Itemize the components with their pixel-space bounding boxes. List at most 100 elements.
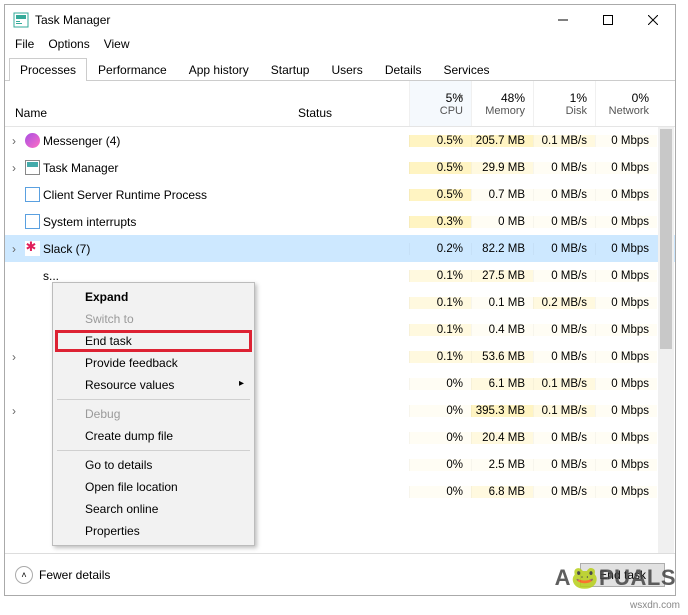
process-icon [23, 187, 41, 202]
disk-cell: 0 MB/s [533, 459, 595, 471]
watermark-site: wsxdn.com [630, 600, 680, 611]
expand-icon[interactable]: › [5, 161, 23, 175]
network-cell: 0 Mbps [595, 243, 657, 255]
window-title: Task Manager [35, 13, 540, 27]
memory-cell: 0 MB [471, 216, 533, 228]
menu-item-resource-values[interactable]: Resource values▸ [55, 374, 252, 396]
header-memory[interactable]: 48% Memory [471, 81, 533, 126]
disk-cell: 0.1 MB/s [533, 405, 595, 417]
menu-item-expand[interactable]: Expand [55, 286, 252, 308]
tab-strip: Processes Performance App history Startu… [5, 57, 675, 81]
menu-options[interactable]: Options [48, 37, 89, 51]
cpu-cell: 0.3% [409, 216, 471, 228]
memory-cell: 395.3 MB [471, 405, 533, 417]
network-cell: 0 Mbps [595, 216, 657, 228]
menu-item-open-file-location[interactable]: Open file location [55, 476, 252, 498]
table-row[interactable]: › Slack (7) 0.2% 82.2 MB 0 MB/s 0 Mbps [5, 235, 675, 262]
minimize-button[interactable] [540, 5, 585, 35]
network-cell: 0 Mbps [595, 486, 657, 498]
disk-cell: 0.1 MB/s [533, 135, 595, 147]
tab-users[interactable]: Users [320, 58, 373, 81]
cpu-cell: 0.5% [409, 135, 471, 147]
cpu-cell: 0.2% [409, 243, 471, 255]
scrollbar-thumb[interactable] [660, 129, 672, 349]
cpu-cell: 0.1% [409, 270, 471, 282]
disk-cell: 0 MB/s [533, 486, 595, 498]
menu-item-search-online[interactable]: Search online [55, 498, 252, 520]
process-name: Client Server Runtime Process [41, 188, 294, 202]
cpu-cell: 0.1% [409, 351, 471, 363]
tab-details[interactable]: Details [374, 58, 433, 81]
network-cell: 0 Mbps [595, 297, 657, 309]
cpu-cell: 0% [409, 405, 471, 417]
network-cell: 0 Mbps [595, 324, 657, 336]
process-name: s... [41, 269, 294, 283]
expand-icon[interactable]: › [5, 242, 23, 256]
maximize-button[interactable] [585, 5, 630, 35]
process-name: Slack (7) [41, 242, 294, 256]
network-cell: 0 Mbps [595, 459, 657, 471]
network-cell: 0 Mbps [595, 378, 657, 390]
tab-app-history[interactable]: App history [178, 58, 260, 81]
memory-cell: 6.8 MB [471, 486, 533, 498]
app-icon [13, 12, 29, 28]
disk-cell: 0 MB/s [533, 432, 595, 444]
cpu-cell: 0% [409, 459, 471, 471]
tab-processes[interactable]: Processes [9, 58, 87, 81]
memory-cell: 20.4 MB [471, 432, 533, 444]
menubar: File Options View [5, 35, 675, 57]
table-row[interactable]: System interrupts 0.3% 0 MB 0 MB/s 0 Mbp… [5, 208, 675, 235]
menu-view[interactable]: View [104, 37, 130, 51]
menu-file[interactable]: File [15, 37, 34, 51]
titlebar: Task Manager [5, 5, 675, 35]
memory-cell: 0.1 MB [471, 297, 533, 309]
memory-cell: 29.9 MB [471, 162, 533, 174]
tab-startup[interactable]: Startup [260, 58, 321, 81]
network-cell: 0 Mbps [595, 189, 657, 201]
vertical-scrollbar[interactable] [658, 127, 674, 553]
memory-cell: 53.6 MB [471, 351, 533, 363]
memory-cell: 2.5 MB [471, 459, 533, 471]
header-disk[interactable]: 1% Disk [533, 81, 595, 126]
menu-item-create-dump-file[interactable]: Create dump file [55, 425, 252, 447]
process-name: System interrupts [41, 215, 294, 229]
network-cell: 0 Mbps [595, 432, 657, 444]
cpu-cell: 0% [409, 432, 471, 444]
expand-icon[interactable]: › [5, 404, 23, 418]
process-icon [23, 160, 41, 175]
menu-item-go-to-details[interactable]: Go to details [55, 454, 252, 476]
header-network[interactable]: 0% Network [595, 81, 657, 126]
tab-services[interactable]: Services [433, 58, 501, 81]
disk-cell: 0 MB/s [533, 270, 595, 282]
expand-icon[interactable]: › [5, 350, 23, 364]
memory-cell: 6.1 MB [471, 378, 533, 390]
header-cpu[interactable]: ▾ 5% CPU [409, 81, 471, 126]
expand-icon[interactable]: › [5, 134, 23, 148]
disk-cell: 0 MB/s [533, 243, 595, 255]
disk-cell: 0 MB/s [533, 189, 595, 201]
fewer-details-toggle[interactable]: ˄ Fewer details [15, 566, 580, 584]
menu-separator [57, 450, 250, 451]
network-cell: 0 Mbps [595, 270, 657, 282]
menu-item-properties[interactable]: Properties [55, 520, 252, 542]
memory-cell: 0.4 MB [471, 324, 533, 336]
close-button[interactable] [630, 5, 675, 35]
menu-item-provide-feedback[interactable]: Provide feedback [55, 352, 252, 374]
table-row[interactable]: › Messenger (4) 0.5% 205.7 MB 0.1 MB/s 0… [5, 127, 675, 154]
header-name[interactable]: Name [5, 81, 294, 126]
disk-cell: 0 MB/s [533, 162, 595, 174]
process-name: Task Manager [41, 161, 294, 175]
memory-cell: 27.5 MB [471, 270, 533, 282]
disk-cell: 0 MB/s [533, 216, 595, 228]
network-cell: 0 Mbps [595, 351, 657, 363]
header-status[interactable]: Status [294, 81, 409, 126]
column-headers: Name Status ▾ 5% CPU 48% Memory 1% Disk … [5, 81, 675, 127]
tab-performance[interactable]: Performance [87, 58, 178, 81]
menu-item-end-task[interactable]: End task [55, 330, 252, 352]
cpu-cell: 0% [409, 378, 471, 390]
table-row[interactable]: Client Server Runtime Process 0.5% 0.7 M… [5, 181, 675, 208]
memory-cell: 82.2 MB [471, 243, 533, 255]
table-row[interactable]: › Task Manager 0.5% 29.9 MB 0 MB/s 0 Mbp… [5, 154, 675, 181]
process-icon [23, 133, 41, 148]
disk-cell: 0.2 MB/s [533, 297, 595, 309]
